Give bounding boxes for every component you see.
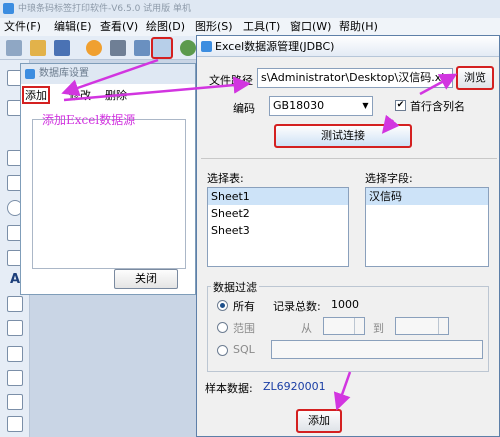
open-icon[interactable] [30, 40, 46, 56]
menu-file[interactable]: 文件(F) [4, 20, 41, 34]
menu-bar: 文件(F) 编辑(E) 查看(V) 绘图(D) 图形(S) 工具(T) 窗口(W… [0, 18, 500, 36]
list-item[interactable]: Sheet1 [208, 188, 348, 205]
settings-icon[interactable] [86, 40, 102, 56]
first-row-checkbox[interactable]: ✔ [395, 100, 406, 111]
menu-help[interactable]: 帮助(H) [339, 20, 378, 34]
sample-data-label: 样本数据: [205, 382, 253, 395]
print-icon[interactable] [110, 40, 126, 56]
filter-sql-label: SQL [233, 343, 255, 356]
db-delete-menu[interactable]: 删除 [105, 87, 127, 103]
excel-dialog-title: Excel数据源管理(JDBC) [197, 36, 499, 57]
save-icon[interactable] [54, 40, 70, 56]
sample-data-value: ZL6920001 [263, 380, 326, 393]
add-button[interactable]: 添加 [296, 409, 342, 433]
table-list: Sheet1 Sheet2 Sheet3 [207, 187, 349, 267]
field-list: 汉信码 [365, 187, 489, 267]
range-to-spinner[interactable] [438, 318, 448, 334]
db-dialog-title: 数据库设置 [21, 64, 195, 84]
preview-icon[interactable] [134, 40, 150, 56]
list-item[interactable]: Sheet3 [208, 222, 348, 239]
menu-view[interactable]: 查看(V) [100, 20, 138, 34]
db-close-button[interactable]: 关闭 [114, 269, 178, 289]
filter-range-radio[interactable] [217, 322, 228, 333]
database-settings-dialog: 数据库设置 添加 修改 删除 关闭 [20, 63, 196, 295]
db-edit-menu[interactable]: 修改 [69, 87, 91, 103]
chevron-down-icon[interactable]: ▼ [359, 97, 372, 115]
rfid-tool-icon[interactable] [7, 320, 23, 336]
record-count-label: 记录总数: [273, 300, 321, 313]
range-from-label: 从 [301, 322, 312, 335]
browse-button[interactable]: 浏览 [456, 66, 494, 90]
first-row-label: 首行含列名 [410, 100, 465, 113]
file-path-input[interactable]: s\Administrator\Desktop\汉信码.xls [257, 68, 453, 88]
filter-range-label: 范围 [233, 322, 255, 335]
new-icon[interactable] [6, 40, 22, 56]
file-path-label: 文件路径 [209, 74, 253, 87]
curve-tool-icon[interactable] [7, 394, 23, 410]
menu-shape[interactable]: 图形(S) [195, 20, 233, 34]
divider [201, 158, 497, 159]
app-title-bar: 中琅条码标签打印软件-V6.5.0 试用版 单机 [0, 0, 500, 18]
filter-all-label: 所有 [233, 300, 255, 313]
db-add-menu[interactable]: 添加 [22, 86, 50, 104]
app-logo-icon [3, 3, 14, 14]
menu-window[interactable]: 窗口(W) [290, 20, 331, 34]
range-to-label: 到 [373, 322, 384, 335]
test-connection-button[interactable]: 测试连接 [274, 124, 412, 148]
list-item[interactable]: 汉信码 [366, 188, 488, 205]
database-settings-icon[interactable] [151, 37, 173, 59]
app-title: 中琅条码标签打印软件-V6.5.0 试用版 单机 [18, 4, 192, 14]
list-item[interactable]: Sheet2 [208, 205, 348, 222]
db-dialog-menu: 添加 修改 删除 [21, 86, 195, 104]
annotation-text: 添加Excel数据源 [42, 113, 136, 127]
filter-title: 数据过滤 [211, 279, 259, 295]
range-from-spinner[interactable] [354, 318, 364, 334]
encoding-label: 编码 [233, 102, 255, 115]
globe-icon[interactable] [180, 40, 196, 56]
barcode-tool-icon[interactable] [7, 296, 23, 312]
gear-tool-icon[interactable] [7, 346, 23, 362]
select-table-label: 选择表: [207, 172, 244, 185]
sql-input[interactable] [271, 340, 483, 359]
select-field-label: 选择字段: [365, 172, 413, 185]
record-count-value: 1000 [331, 298, 359, 311]
menu-edit[interactable]: 编辑(E) [54, 20, 92, 34]
excel-dialog-icon [201, 41, 212, 52]
menu-tools[interactable]: 工具(T) [243, 20, 280, 34]
db-dialog-icon [25, 69, 35, 79]
excel-datasource-dialog: Excel数据源管理(JDBC) 文件路径 s\Administrator\De… [196, 35, 500, 437]
encoding-select[interactable]: GB18030 [269, 96, 373, 116]
menu-draw[interactable]: 绘图(D) [146, 20, 185, 34]
filter-sql-radio[interactable] [217, 345, 228, 356]
grid-tool-icon[interactable] [7, 416, 23, 432]
table-tool-icon[interactable] [7, 370, 23, 386]
filter-all-radio[interactable] [217, 300, 228, 311]
db-source-list[interactable] [32, 119, 186, 269]
